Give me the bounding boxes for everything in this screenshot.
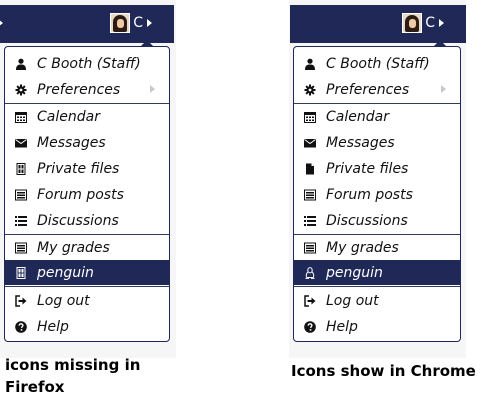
menu-item-help[interactable]: Help <box>294 314 460 339</box>
submenu-arrow-icon <box>150 85 155 93</box>
caption-line: Firefox <box>5 378 65 396</box>
user-icon <box>304 58 316 70</box>
user-menu-toggle[interactable]: C <box>402 12 444 34</box>
user-initial: C <box>425 15 435 31</box>
list-alt-icon <box>15 189 27 201</box>
firefox-screenshot: C C Booth (Staff) Preferences Calendar M… <box>0 0 176 358</box>
menu-item-label: My grades <box>37 239 110 256</box>
menu-item-label: Calendar <box>37 108 100 125</box>
menu-item-label: Discussions <box>326 212 408 229</box>
linux-penguin-icon <box>304 266 316 279</box>
menu-item-label: Log out <box>37 292 90 309</box>
sign-out-icon <box>15 294 27 307</box>
menu-item-messages[interactable]: Messages <box>5 130 169 155</box>
avatar <box>110 13 131 33</box>
caption-chrome: Icons show in Chrome <box>291 362 476 380</box>
menu-item-help[interactable]: Help <box>5 314 169 339</box>
user-dropdown-menu: C Booth (Staff) Preferences Calendar Mes… <box>293 46 461 342</box>
menu-item-label: Private files <box>37 160 120 177</box>
caret-right-icon <box>147 19 152 27</box>
menu-item-logout[interactable]: Log out <box>5 288 169 313</box>
file-icon <box>304 163 316 175</box>
menu-item-calendar[interactable]: Calendar <box>294 104 460 129</box>
menu-item-label: penguin <box>37 264 94 281</box>
caret-right-icon <box>439 19 444 27</box>
question-circle-icon <box>304 320 316 333</box>
menu-item-label: C Booth (Staff) <box>326 55 430 72</box>
menu-divider <box>294 286 460 287</box>
list-alt-icon <box>304 189 316 201</box>
nav-collapse-caret-icon[interactable] <box>0 19 3 27</box>
list-icon <box>304 215 316 227</box>
menu-item-penguin[interactable]: penguin <box>5 260 169 285</box>
menu-item-preferences[interactable]: Preferences <box>5 77 169 102</box>
chrome-screenshot: C C Booth (Staff) Preferences Calendar M… <box>289 0 466 358</box>
menu-item-logout[interactable]: Log out <box>294 288 460 313</box>
gear-icon <box>15 84 27 96</box>
sign-out-icon <box>304 294 316 307</box>
menu-item-private-files[interactable]: Private files <box>294 156 460 181</box>
menu-item-forum-posts[interactable]: Forum posts <box>294 182 460 207</box>
menu-item-label: Help <box>37 318 69 335</box>
menu-item-label: My grades <box>326 239 399 256</box>
menu-item-forum-posts[interactable]: Forum posts <box>5 182 169 207</box>
top-navbar: C <box>0 5 174 43</box>
menu-item-label: Help <box>326 318 358 335</box>
envelope-icon <box>304 137 316 149</box>
menu-item-messages[interactable]: Messages <box>294 130 460 155</box>
question-circle-icon <box>15 320 27 333</box>
list-alt-icon <box>304 242 316 254</box>
missing-glyph-icon <box>15 266 27 279</box>
menu-item-profile[interactable]: C Booth (Staff) <box>294 51 460 76</box>
menu-item-label: Log out <box>326 292 379 309</box>
calendar-icon <box>15 111 27 123</box>
caption-firefox: icons missing in Firefox <box>5 354 175 398</box>
user-dropdown-menu: C Booth (Staff) Preferences Calendar Mes… <box>4 46 170 342</box>
menu-item-preferences[interactable]: Preferences <box>294 77 460 102</box>
menu-item-label: Discussions <box>37 212 119 229</box>
caption-line: icons missing in <box>5 356 141 374</box>
avatar <box>402 13 423 33</box>
menu-item-label: Preferences <box>326 81 410 98</box>
menu-divider <box>5 286 169 287</box>
menu-item-discussions[interactable]: Discussions <box>5 208 169 233</box>
user-initial: C <box>133 15 143 31</box>
menu-item-label: Forum posts <box>326 186 413 203</box>
menu-item-label: Preferences <box>37 81 121 98</box>
top-navbar: C <box>290 5 466 43</box>
user-menu-toggle[interactable]: C <box>110 12 152 34</box>
menu-item-label: penguin <box>326 264 383 281</box>
menu-item-private-files[interactable]: Private files <box>5 156 169 181</box>
submenu-arrow-icon <box>441 85 446 93</box>
menu-item-label: Messages <box>37 134 106 151</box>
menu-item-label: Calendar <box>326 108 389 125</box>
menu-item-my-grades[interactable]: My grades <box>5 235 169 260</box>
gear-icon <box>304 84 316 96</box>
menu-item-my-grades[interactable]: My grades <box>294 235 460 260</box>
menu-item-calendar[interactable]: Calendar <box>5 104 169 129</box>
menu-item-label: Forum posts <box>37 186 124 203</box>
calendar-icon <box>304 111 316 123</box>
menu-item-label: Private files <box>326 160 409 177</box>
envelope-icon <box>15 137 27 149</box>
menu-item-discussions[interactable]: Discussions <box>294 208 460 233</box>
menu-item-label: Messages <box>326 134 395 151</box>
menu-item-profile[interactable]: C Booth (Staff) <box>5 51 169 76</box>
user-icon <box>15 58 27 70</box>
menu-item-label: C Booth (Staff) <box>37 55 141 72</box>
missing-glyph-icon <box>15 162 27 175</box>
list-icon <box>15 215 27 227</box>
list-alt-icon <box>15 242 27 254</box>
menu-item-penguin[interactable]: penguin <box>294 260 460 285</box>
